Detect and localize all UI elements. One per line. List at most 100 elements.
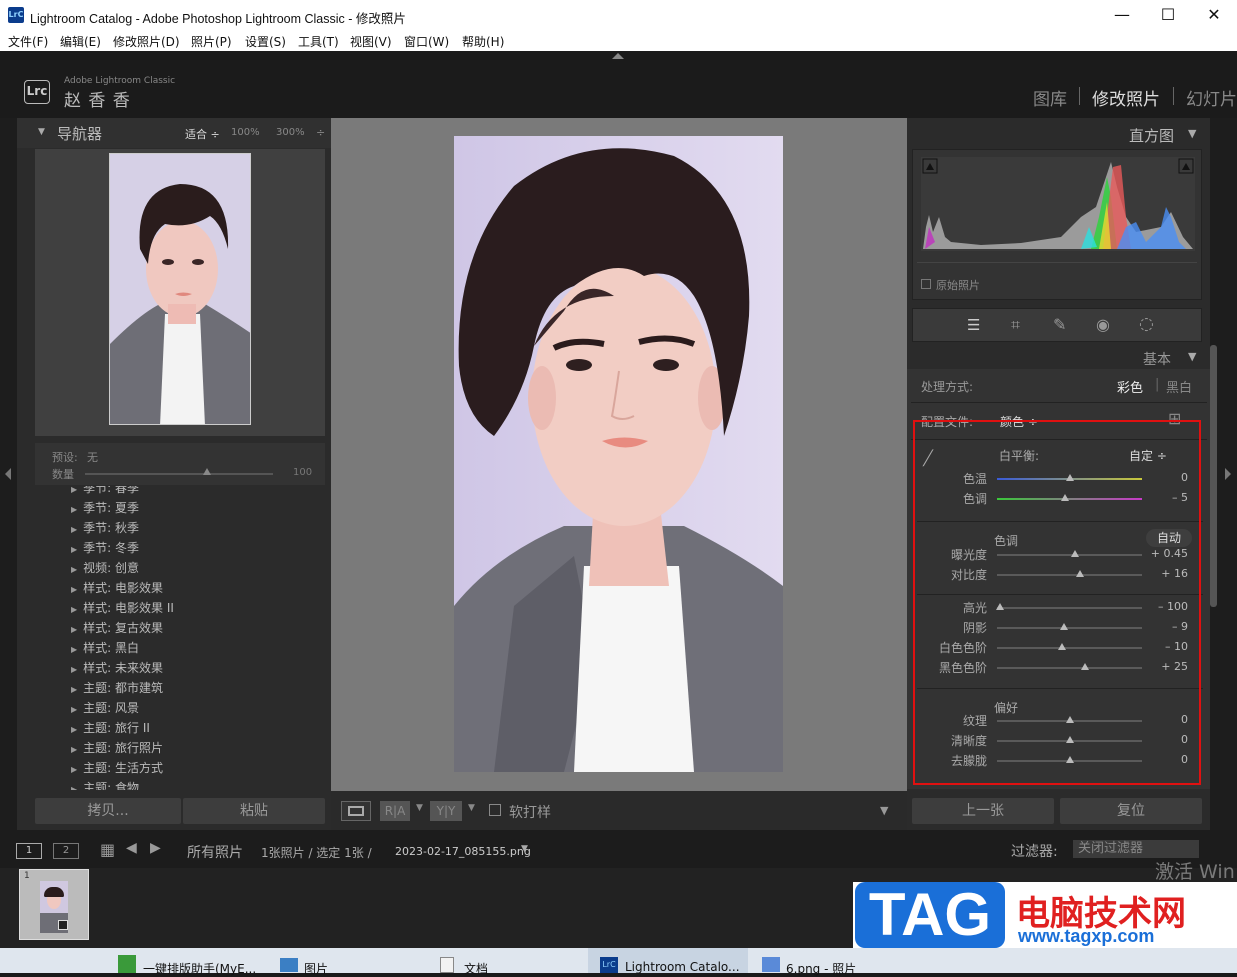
- masking-icon[interactable]: ◌: [1139, 314, 1154, 334]
- edit-sliders-icon[interactable]: ☰: [967, 316, 980, 334]
- preset-folder[interactable]: ▶ 季节: 秋季: [71, 519, 139, 536]
- expand-triangle-icon[interactable]: ▶: [71, 725, 77, 734]
- amount-slider-knob[interactable]: [203, 468, 212, 475]
- taskbar-active-item[interactable]: LrC Lightroom Catalo...: [588, 948, 748, 974]
- primary-display-button[interactable]: 1: [16, 843, 42, 859]
- paste-settings-button[interactable]: 粘贴: [183, 798, 325, 824]
- before-after-yy-menu-icon[interactable]: ▼: [468, 803, 475, 813]
- module-develop[interactable]: 修改照片: [1092, 85, 1160, 110]
- expand-triangle-icon[interactable]: ▶: [71, 765, 77, 774]
- menu-tools[interactable]: 工具(T): [298, 33, 339, 50]
- expand-triangle-icon[interactable]: ▶: [71, 545, 77, 554]
- expand-triangle-icon[interactable]: ▶: [71, 665, 77, 674]
- preset-folder[interactable]: ▶ 主题: 旅行照片: [71, 739, 163, 756]
- menu-develop[interactable]: 修改照片(D): [113, 33, 180, 50]
- preset-folder[interactable]: ▶ 季节: 春季: [71, 486, 139, 496]
- expand-triangle-icon[interactable]: ▶: [71, 745, 77, 754]
- expand-triangle-icon[interactable]: ▶: [71, 625, 77, 634]
- softproof-checkbox[interactable]: [489, 804, 501, 816]
- filter-dropdown[interactable]: 关闭过滤器: [1073, 840, 1199, 858]
- menu-view[interactable]: 视图(V): [350, 33, 392, 50]
- taskbar-item-documents[interactable]: 文档: [464, 960, 488, 977]
- forward-arrow-icon[interactable]: ▶: [150, 840, 161, 856]
- module-library[interactable]: 图库: [1033, 85, 1067, 110]
- back-arrow-icon[interactable]: ◀: [126, 840, 137, 856]
- menu-photo[interactable]: 照片(P): [191, 33, 232, 50]
- crop-icon[interactable]: ⌗: [1011, 315, 1020, 335]
- preset-folder[interactable]: ▶ 季节: 夏季: [71, 499, 139, 516]
- before-after-ra-icon[interactable]: R|A: [380, 801, 410, 821]
- preset-folder[interactable]: ▶ 样式: 黑白: [71, 639, 139, 656]
- before-after-menu-icon[interactable]: ▼: [416, 803, 423, 813]
- previous-button[interactable]: 上一张: [912, 798, 1054, 824]
- source-label[interactable]: 所有照片: [187, 842, 243, 862]
- menu-help[interactable]: 帮助(H): [462, 33, 504, 50]
- taskbar-item-lightroom[interactable]: Lightroom Catalo...: [625, 960, 740, 974]
- zoom-300[interactable]: 300%: [276, 127, 305, 138]
- before-after-yy-icon[interactable]: Y|Y: [430, 801, 462, 821]
- reset-button[interactable]: 复位: [1060, 798, 1202, 824]
- menu-file[interactable]: 文件(F): [8, 33, 48, 50]
- expand-triangle-icon[interactable]: ▶: [71, 505, 77, 514]
- toolbar-menu-icon[interactable]: ▼: [880, 804, 888, 817]
- filename-menu-icon[interactable]: ▼: [521, 844, 528, 854]
- preset-folder[interactable]: ▶ 主题: 都市建筑: [71, 679, 163, 696]
- grid-view-icon[interactable]: ▦: [100, 840, 115, 859]
- zoom-100[interactable]: 100%: [231, 127, 260, 138]
- preset-folder[interactable]: ▶ 主题: 生活方式: [71, 759, 163, 776]
- expand-triangle-icon[interactable]: ▶: [71, 605, 77, 614]
- photo-canvas[interactable]: [331, 118, 907, 791]
- preset-folder[interactable]: ▶ 主题: 食物: [71, 779, 139, 790]
- secondary-display-button[interactable]: 2: [53, 843, 79, 859]
- collapse-up-icon[interactable]: [612, 53, 624, 59]
- redeye-icon[interactable]: ◉: [1096, 315, 1110, 334]
- menu-settings[interactable]: 设置(S): [245, 33, 286, 50]
- expand-triangle-icon[interactable]: ▶: [71, 525, 77, 534]
- collapse-triangle-icon[interactable]: ▼: [38, 127, 45, 137]
- menu-window[interactable]: 窗口(W): [404, 33, 449, 50]
- preset-folder[interactable]: ▶ 主题: 风景: [71, 699, 139, 716]
- taskbar-item-photo[interactable]: 6.png - 照片: [786, 960, 856, 977]
- preset-folder[interactable]: ▶ 季节: 冬季: [71, 539, 139, 556]
- top-panel-toggle[interactable]: [0, 51, 1237, 60]
- expand-triangle-icon[interactable]: ▶: [71, 645, 77, 654]
- right-scrollbar[interactable]: [1210, 345, 1217, 607]
- minimize-button[interactable]: —: [1099, 0, 1145, 30]
- copy-settings-button[interactable]: 拷贝...: [35, 798, 181, 824]
- close-button[interactable]: ✕: [1191, 0, 1237, 30]
- preset-folder[interactable]: ▶ 样式: 电影效果: [71, 579, 163, 596]
- filename[interactable]: 2023-02-17_085155.png: [395, 845, 531, 858]
- expand-triangle-icon[interactable]: ▶: [71, 785, 77, 790]
- zoom-menu-icon[interactable]: ÷: [316, 126, 325, 139]
- maximize-button[interactable]: ☐: [1145, 0, 1191, 30]
- zoom-fit[interactable]: 适合 ÷: [185, 126, 220, 142]
- amount-slider[interactable]: [85, 468, 273, 475]
- preset-folder[interactable]: ▶ 视频: 创意: [71, 559, 139, 576]
- menu-edit[interactable]: 编辑(E): [60, 33, 101, 50]
- healing-icon[interactable]: ✎: [1053, 315, 1066, 334]
- expand-triangle-icon[interactable]: ▶: [71, 705, 77, 714]
- module-slideshow[interactable]: 幻灯片: [1186, 85, 1237, 110]
- preset-folder[interactable]: ▶ 样式: 复古效果: [71, 619, 163, 636]
- left-panel-toggle-icon[interactable]: [5, 468, 11, 480]
- expand-triangle-icon[interactable]: ▶: [71, 585, 77, 594]
- taskbar-item-typeset[interactable]: 一键排版助手(MyE...: [143, 960, 256, 977]
- navigator-preview[interactable]: [35, 149, 325, 436]
- right-panel-toggle-icon[interactable]: [1225, 468, 1231, 480]
- preset-folder[interactable]: ▶ 主题: 旅行 II: [71, 719, 150, 736]
- basic-header[interactable]: 基本 ▼: [907, 347, 1210, 369]
- expand-triangle-icon[interactable]: ▶: [71, 685, 77, 694]
- treatment-bw[interactable]: 黑白: [1166, 377, 1192, 396]
- treatment-color[interactable]: 彩色: [1117, 377, 1143, 396]
- expand-triangle-icon[interactable]: ▶: [71, 565, 77, 574]
- preset-folder[interactable]: ▶ 样式: 电影效果 II: [71, 599, 174, 616]
- navigator-header[interactable]: ▼ 导航器 适合 ÷ 100% 300% ÷: [17, 118, 331, 148]
- expand-triangle-icon[interactable]: ▶: [71, 486, 77, 494]
- histogram-collapse-icon[interactable]: ▼: [1188, 127, 1196, 140]
- taskbar-item-pictures[interactable]: 图片: [304, 960, 328, 977]
- original-photo-checkbox[interactable]: [921, 279, 931, 289]
- preset-folder[interactable]: ▶ 样式: 未来效果: [71, 659, 163, 676]
- basic-collapse-icon[interactable]: ▼: [1188, 350, 1196, 363]
- loupe-view-icon[interactable]: [341, 801, 371, 821]
- filmstrip-thumbnail[interactable]: 1: [19, 869, 89, 940]
